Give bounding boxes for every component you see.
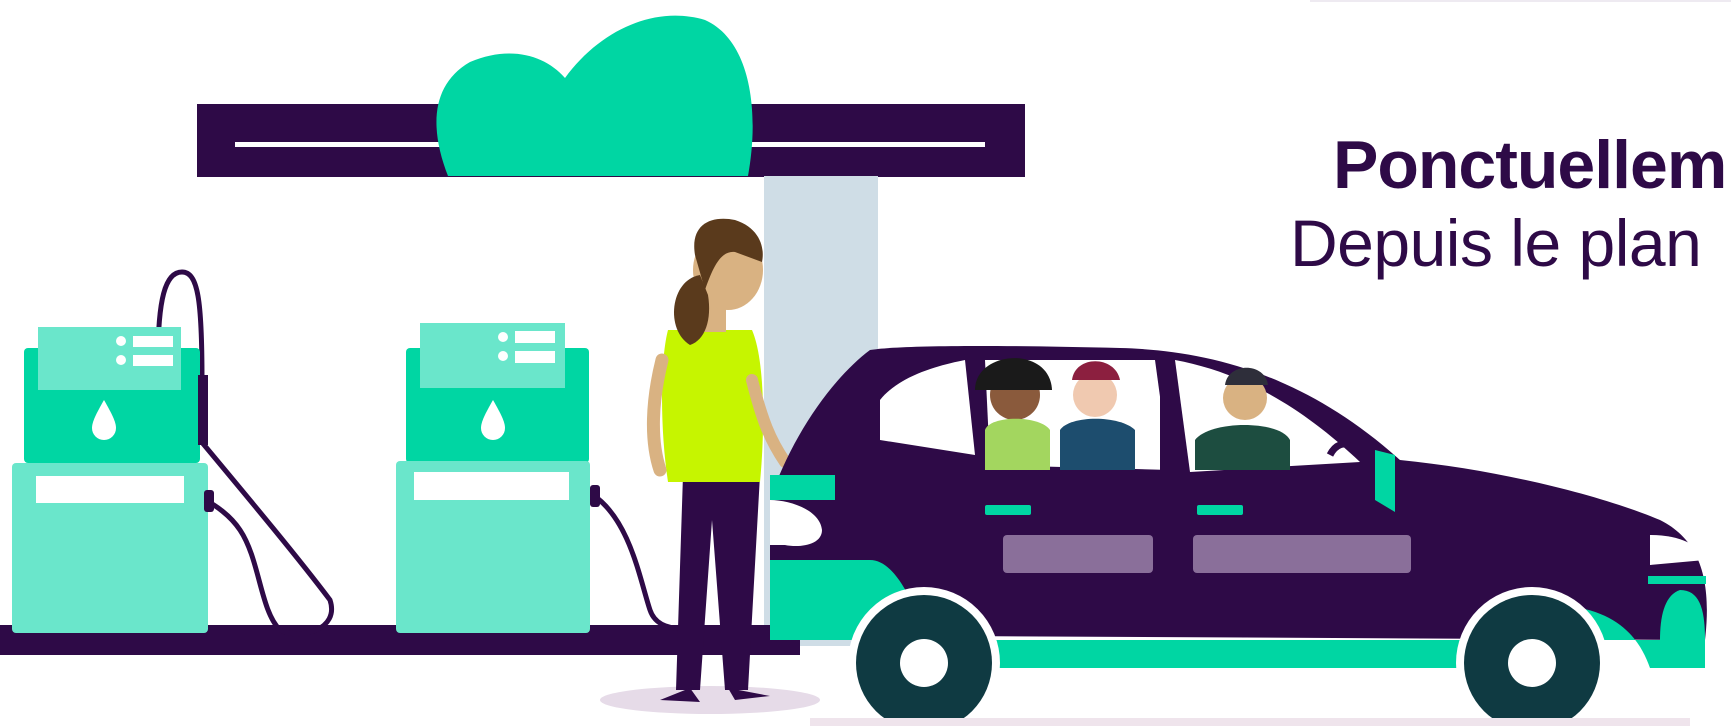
headline-subtitle: Depuis le plan (1290, 205, 1702, 280)
hero-banner: Ponctuellem Depuis le plan (0, 0, 1731, 726)
car-illustration (770, 345, 1707, 726)
fuel-pump-left (12, 269, 335, 637)
gas-station-illustration (0, 15, 1707, 726)
canopy-cloud-icon (436, 15, 753, 177)
fuel-pump-right (396, 323, 691, 633)
hero-headline: Ponctuellem Depuis le plan (1290, 127, 1727, 280)
headline-bold: Ponctuellem (1333, 127, 1727, 203)
station-canopy (197, 15, 1025, 177)
